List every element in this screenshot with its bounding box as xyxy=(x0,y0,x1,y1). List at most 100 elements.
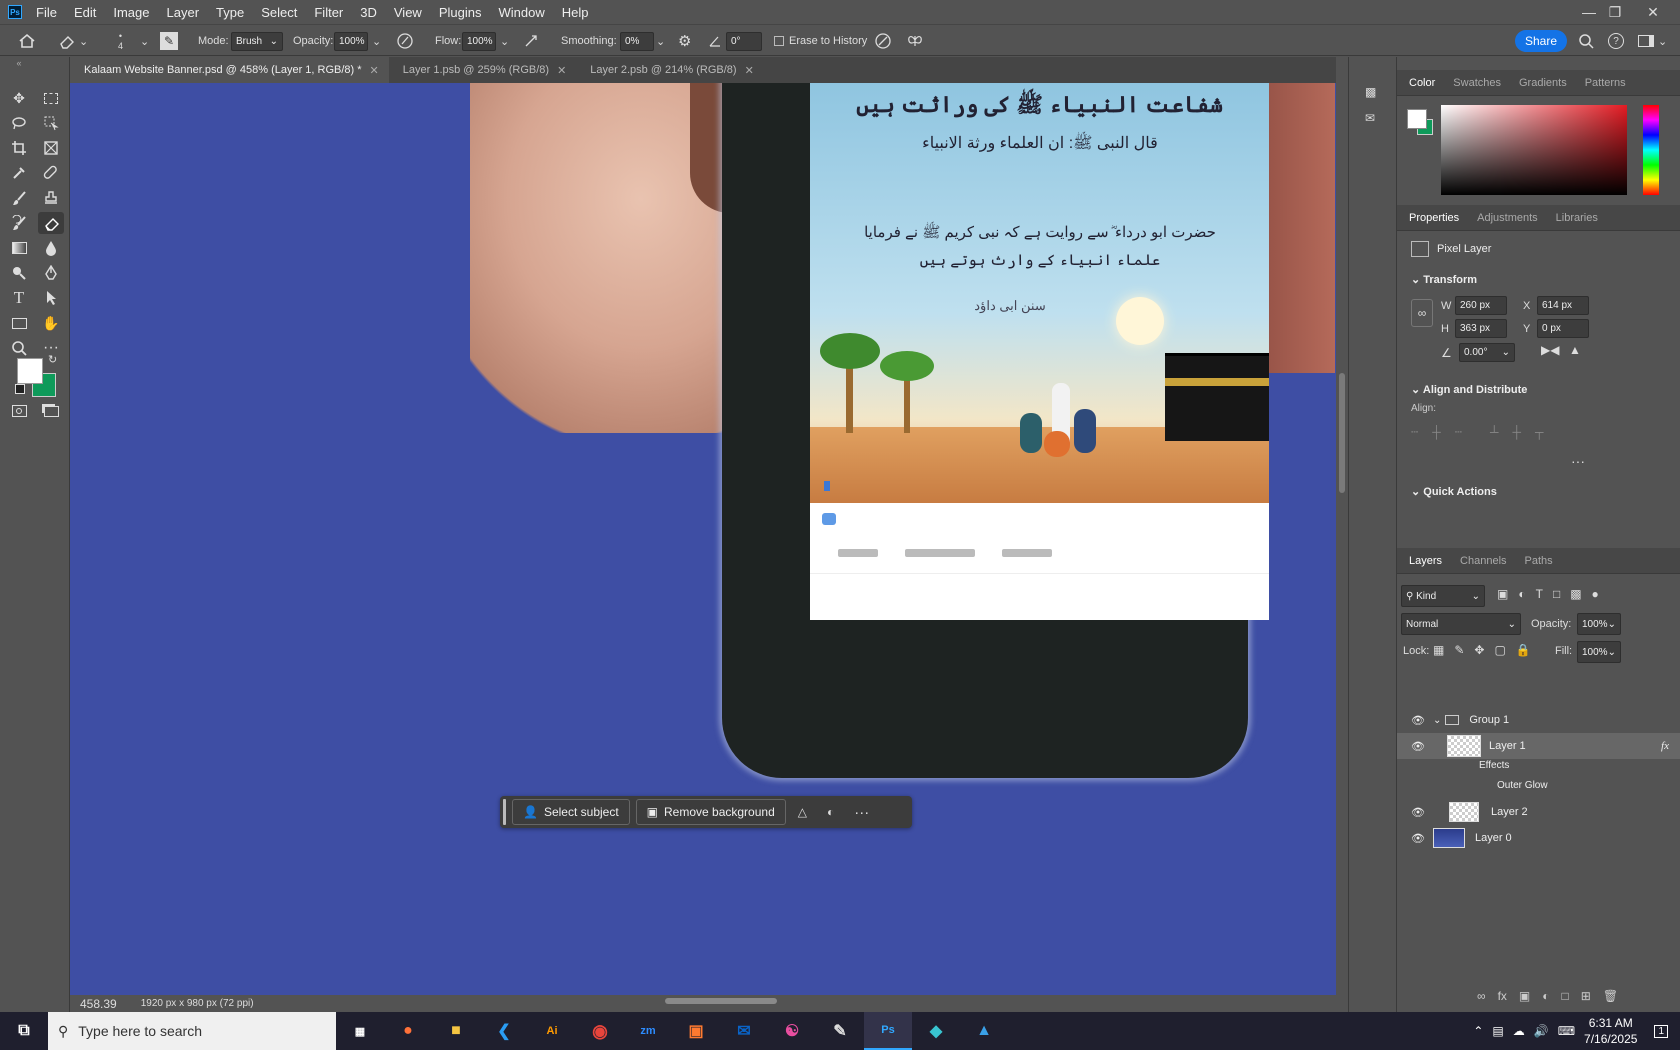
adjustment-icon[interactable]: ◐ xyxy=(827,805,834,819)
app-icon[interactable]: ▣ xyxy=(672,1012,720,1050)
tab-paths[interactable]: Paths xyxy=(1525,555,1553,567)
symmetry-butterfly-icon[interactable] xyxy=(906,25,924,57)
swap-colors-icon[interactable]: ↻ xyxy=(48,353,57,366)
lock-artboard-icon[interactable]: ▢ xyxy=(1494,643,1505,657)
add-style-icon[interactable]: fx xyxy=(1498,989,1507,1003)
visibility-eye-icon[interactable]: 👁 xyxy=(1411,806,1425,819)
tab-kalaam-banner[interactable]: Kalaam Website Banner.psd @ 458% (Layer … xyxy=(70,57,389,83)
menu-plugins[interactable]: Plugins xyxy=(439,5,482,20)
pressure-opacity-icon[interactable] xyxy=(396,25,414,57)
menu-layer[interactable]: Layer xyxy=(167,5,200,20)
filter-toggle-icon[interactable]: ● xyxy=(1592,587,1599,601)
clock[interactable]: 6:31 AM 7/16/2025 xyxy=(1584,1015,1637,1047)
tab-channels[interactable]: Channels xyxy=(1460,555,1506,567)
vertical-scrollbar[interactable] xyxy=(1336,83,1348,995)
menu-select[interactable]: Select xyxy=(261,5,297,20)
tab-swatches[interactable]: Swatches xyxy=(1453,77,1501,89)
tab-libraries[interactable]: Libraries xyxy=(1556,212,1598,224)
vscode-icon[interactable]: ❮ xyxy=(480,1012,528,1050)
eraser-tool-preset-icon[interactable]: ⌄ xyxy=(58,25,88,57)
new-adjustment-icon[interactable]: ◐ xyxy=(1542,989,1549,1003)
vertical-scroll-thumb[interactable] xyxy=(1339,373,1345,493)
align-left-icon[interactable]: ┄ xyxy=(1411,425,1418,439)
delete-layer-icon[interactable]: 🗑 xyxy=(1603,989,1618,1003)
zoom-tool-icon[interactable] xyxy=(6,337,32,359)
align-right-icon[interactable]: ┄ xyxy=(1455,425,1462,439)
lock-pixels-icon[interactable]: ✎ xyxy=(1454,643,1464,657)
more-options-icon[interactable]: ··· xyxy=(854,804,869,821)
close-icon[interactable]: ✕ xyxy=(1638,0,1668,24)
drag-handle[interactable] xyxy=(503,799,506,825)
link-layers-icon[interactable]: ∞ xyxy=(1477,989,1486,1003)
lock-position-icon[interactable]: ✥ xyxy=(1474,643,1484,657)
document-size[interactable]: 1920 px x 980 px (72 ppi) xyxy=(141,998,254,1009)
foreground-color-swatch-front[interactable] xyxy=(17,358,43,384)
align-section-title[interactable]: ⌄ Align and Distribute xyxy=(1411,383,1527,396)
default-colors-icon[interactable] xyxy=(15,384,25,394)
filter-type-icon[interactable]: T xyxy=(1536,587,1543,601)
menu-view[interactable]: View xyxy=(394,5,422,20)
pressure-size-icon[interactable] xyxy=(874,25,892,57)
y-input[interactable]: 0 px xyxy=(1537,319,1589,338)
lock-transparent-icon[interactable]: ▦ xyxy=(1433,643,1444,657)
visibility-eye-icon[interactable]: 👁 xyxy=(1411,832,1425,845)
taskbar-search[interactable]: ⚲ Type here to search xyxy=(48,1012,336,1050)
group-expand-icon[interactable]: ⌄ xyxy=(1433,715,1441,726)
layer-row-layer0[interactable]: 👁 Layer 0 xyxy=(1397,825,1680,851)
color-field[interactable] xyxy=(1441,105,1627,195)
zoom-level[interactable]: 458.39 xyxy=(80,997,117,1011)
comments-panel-icon[interactable]: ✉ xyxy=(1365,111,1375,125)
pen-app-icon[interactable]: ✎ xyxy=(816,1012,864,1050)
flip-horizontal-icon[interactable]: ▶◀ xyxy=(1541,343,1559,357)
filter-smart-object-icon[interactable]: ▩ xyxy=(1570,587,1581,601)
menu-window[interactable]: Window xyxy=(498,5,544,20)
notifications-icon[interactable]: 1 xyxy=(1654,1024,1668,1038)
layer-fill-input[interactable]: 100% ⌄ xyxy=(1577,641,1621,663)
smoothing-input[interactable]: 0% xyxy=(620,31,654,51)
filter-shape-icon[interactable]: □ xyxy=(1553,587,1560,601)
mode-select[interactable]: Brush ⌄ xyxy=(231,31,283,51)
new-layer-icon[interactable]: ⊞ xyxy=(1581,989,1591,1003)
tab-properties[interactable]: Properties xyxy=(1409,212,1459,224)
crop-tool-icon[interactable] xyxy=(6,137,32,159)
tab-gradients[interactable]: Gradients xyxy=(1519,77,1567,89)
close-tab-icon[interactable]: ✕ xyxy=(745,64,754,77)
outlook-icon[interactable]: ✉ xyxy=(720,1012,768,1050)
menu-help[interactable]: Help xyxy=(562,5,589,20)
smoothing-chevron-icon[interactable]: ⌄ xyxy=(656,25,665,57)
flow-chevron-icon[interactable]: ⌄ xyxy=(500,25,509,57)
flip-vertical-icon[interactable]: ▲ xyxy=(1569,343,1581,357)
clone-stamp-tool-icon[interactable] xyxy=(38,187,64,209)
marquee-tool-icon[interactable] xyxy=(38,87,64,109)
new-group-icon[interactable]: □ xyxy=(1562,989,1569,1003)
menu-type[interactable]: Type xyxy=(216,5,244,20)
gradient-tool-icon[interactable] xyxy=(6,237,32,259)
help-icon[interactable]: ? xyxy=(1608,25,1624,57)
link-dimensions-icon[interactable]: ∞ xyxy=(1411,299,1433,327)
quick-mask-icon[interactable] xyxy=(6,400,32,422)
angle-input[interactable]: 0° xyxy=(726,31,762,51)
opacity-chevron-icon[interactable]: ⌄ xyxy=(372,25,381,57)
tab-layer1-psb[interactable]: Layer 1.psb @ 259% (RGB/8) ✕ xyxy=(389,57,577,83)
photos-icon[interactable]: ▲ xyxy=(960,1012,1008,1050)
close-tab-icon[interactable]: ✕ xyxy=(557,64,566,77)
app-icon[interactable]: ◆ xyxy=(912,1012,960,1050)
airbrush-icon[interactable] xyxy=(522,25,540,57)
hand-tool-icon[interactable]: ✋ xyxy=(38,312,64,334)
history-panel-icon[interactable]: ▩ xyxy=(1365,85,1376,99)
layer-row-layer2[interactable]: 👁 Layer 2 xyxy=(1397,799,1680,825)
color-foreground-chip[interactable] xyxy=(1407,109,1427,129)
blend-mode-select[interactable]: Normal ⌄ xyxy=(1401,613,1521,635)
transform-icon[interactable]: △ xyxy=(798,805,807,819)
menu-filter[interactable]: Filter xyxy=(314,5,343,20)
object-selection-tool-icon[interactable] xyxy=(38,112,64,134)
visibility-eye-icon[interactable]: 👁 xyxy=(1411,714,1425,727)
blur-tool-icon[interactable] xyxy=(38,237,64,259)
move-tool-icon[interactable]: ✥ xyxy=(6,87,32,109)
collapse-toolbar-icon[interactable]: « xyxy=(6,57,32,69)
menu-edit[interactable]: Edit xyxy=(74,5,96,20)
close-tab-icon[interactable]: ✕ xyxy=(370,64,379,77)
path-selection-tool-icon[interactable] xyxy=(38,287,64,309)
workspace-icon[interactable]: ⌄ xyxy=(1638,25,1667,57)
show-hidden-icons-icon[interactable]: ⌃ xyxy=(1473,1024,1483,1038)
